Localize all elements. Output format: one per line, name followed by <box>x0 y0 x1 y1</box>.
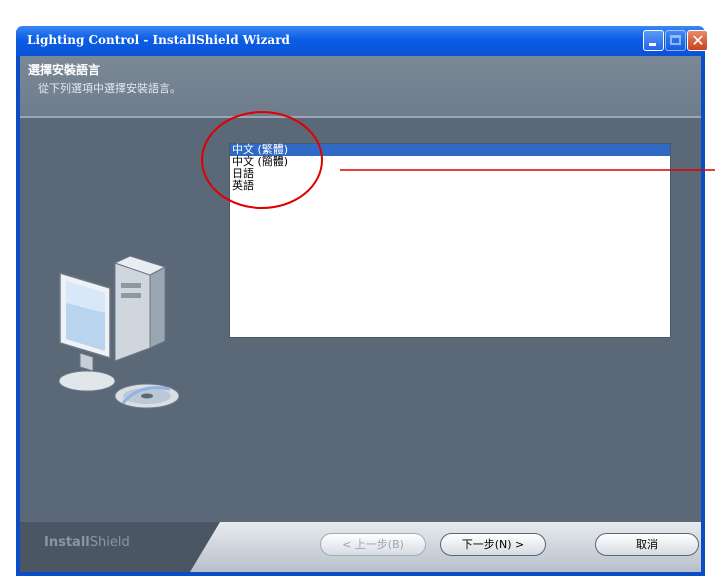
wizard-header: 選擇安裝語言 從下列選項中選擇安裝語言。 <box>20 56 701 116</box>
title-bar[interactable]: Lighting Control - InstallShield Wizard … <box>16 26 708 56</box>
back-button[interactable]: < 上一步(B) <box>320 533 426 556</box>
minimize-icon <box>649 43 656 46</box>
minimize-button[interactable] <box>643 30 664 51</box>
computer-cd-icon <box>58 255 180 409</box>
wizard-client-area: 選擇安裝語言 從下列選項中選擇安裝語言。 中文 (繁體) 中文 (簡體) 日語 … <box>20 56 701 572</box>
maximize-icon <box>670 35 681 45</box>
language-item-english[interactable]: 英語 <box>230 180 670 192</box>
language-item-japanese[interactable]: 日語 <box>230 168 670 180</box>
next-button[interactable]: 下一步(N) > <box>440 533 546 556</box>
close-button[interactable]: ✕ <box>687 30 708 51</box>
maximize-button <box>665 30 686 51</box>
brand-bold-text: Install <box>44 535 90 550</box>
header-divider <box>20 116 701 118</box>
wizard-window: Lighting Control - InstallShield Wizard … <box>16 26 708 576</box>
window-title: Lighting Control - InstallShield Wizard <box>27 33 290 47</box>
language-item-simplified-chinese[interactable]: 中文 (簡體) <box>230 156 670 168</box>
language-item-traditional-chinese[interactable]: 中文 (繁體) <box>230 144 670 156</box>
installshield-brand: InstallShield <box>44 535 130 550</box>
page-title: 選擇安裝語言 <box>28 63 101 77</box>
brand-light-text: Shield <box>89 535 130 550</box>
cancel-button[interactable]: 取消 <box>595 533 699 556</box>
language-list[interactable]: 中文 (繁體) 中文 (簡體) 日語 英語 <box>229 143 671 338</box>
wizard-footer: InstallShield < 上一步(B) 下一步(N) > 取消 <box>20 522 701 572</box>
close-icon: ✕ <box>691 31 705 50</box>
page-subtitle: 從下列選項中選擇安裝語言。 <box>38 82 181 95</box>
